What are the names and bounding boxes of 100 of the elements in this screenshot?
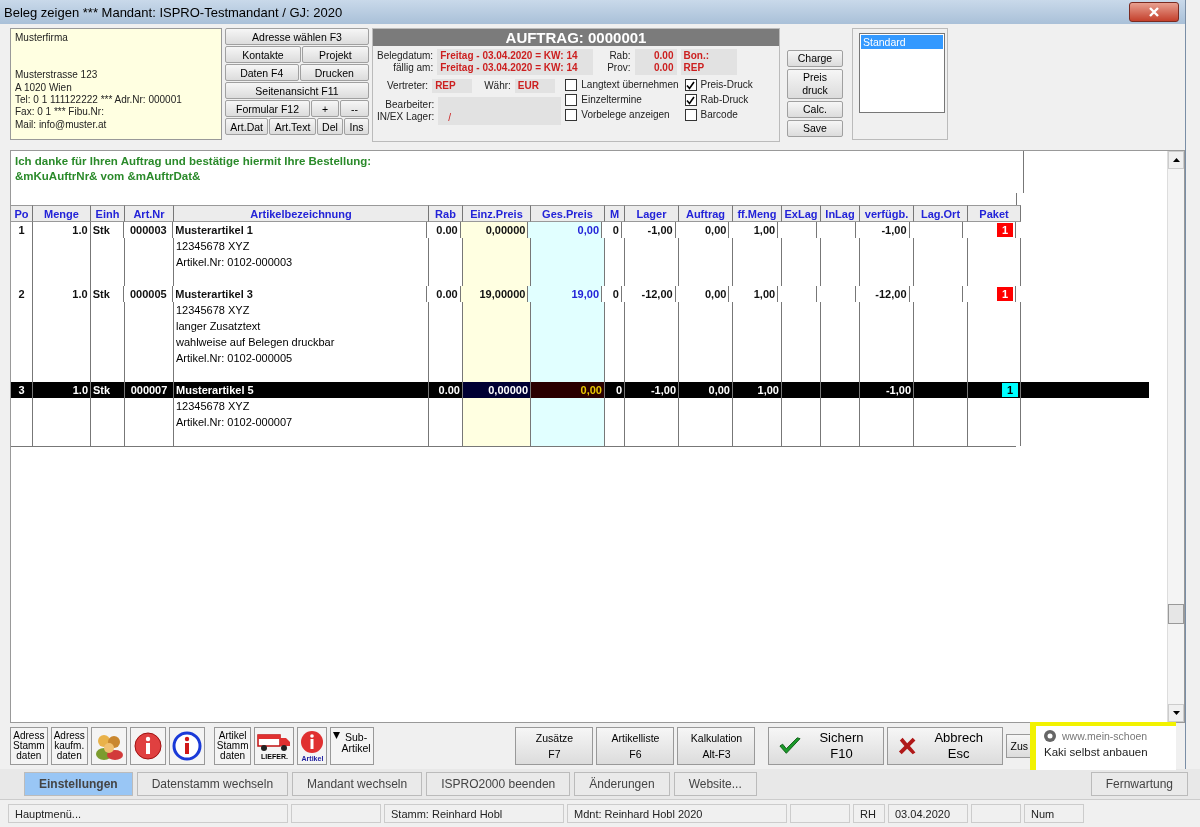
cancel-button[interactable]: Abbrech Esc (887, 727, 1004, 766)
column-header[interactable]: Ges.Preis (531, 205, 605, 222)
table-cell-text: 000003 (130, 223, 167, 238)
column-header[interactable]: Artikelbezeichnung (174, 205, 429, 222)
toolbar-button[interactable]: Adress Stamm daten (10, 727, 48, 766)
column-header[interactable]: InLag (821, 205, 860, 222)
header-button[interactable]: Art.Text (269, 118, 316, 135)
scrollbar-thumb[interactable] (1168, 604, 1184, 625)
column-header[interactable]: Einz.Preis (463, 205, 531, 222)
table-cell-text: 19,00 (571, 287, 599, 302)
header-button[interactable]: Daten F4 (225, 64, 299, 81)
column-header[interactable]: Paket (968, 205, 1021, 222)
action-button[interactable]: Kalkulation Alt-F3 (677, 727, 756, 766)
header-button[interactable]: Ins (344, 118, 369, 135)
menu-button[interactable]: ISPRO2000 beenden (426, 772, 571, 797)
action-button[interactable]: Zus (1006, 734, 1032, 759)
field-label: Rab: (609, 50, 631, 62)
description-line: wahlweise auf Belegen druckbar (176, 335, 336, 350)
toolbar-button[interactable] (90, 727, 127, 766)
close-icon (898, 736, 917, 757)
status-cell: Hauptmenü... (8, 804, 288, 823)
side-button[interactable]: Calc. (787, 101, 843, 118)
browser-icon (1044, 730, 1056, 742)
address-line: Musterstrasse 123 (15, 69, 99, 82)
field-label: IN/EX Lager: (377, 111, 435, 123)
checkbox[interactable] (684, 79, 697, 91)
header-button[interactable]: Art.Dat (225, 118, 269, 135)
column-header[interactable]: Po (11, 205, 33, 222)
table-cell-text: Stk (93, 383, 111, 398)
address-line: A 1020 Wien (15, 81, 73, 94)
action-button[interactable]: Zusätze F7 (515, 727, 594, 766)
status-panel (790, 804, 850, 823)
checkbox[interactable] (684, 109, 697, 121)
header-button[interactable]: Kontakte (225, 46, 301, 63)
menu-button[interactable]: Einstellungen (24, 772, 133, 797)
description-line: Artikel.Nr: 0102-000007 (176, 415, 294, 430)
toolbar-button[interactable]: Adress kaufm. daten (50, 727, 88, 766)
description-line: 12345678 XYZ (176, 239, 251, 254)
toolbar-button[interactable]: Sub- Artikel (330, 727, 374, 766)
checkbox[interactable] (684, 94, 697, 106)
table-cell-text: Stk (92, 287, 110, 302)
description-line: Artikel.Nr: 0102-000005 (176, 351, 294, 366)
column-header[interactable]: Menge (33, 205, 91, 222)
field-value: / (448, 112, 453, 124)
side-button[interactable]: Preis druck (787, 69, 843, 99)
checkbox[interactable] (565, 79, 578, 91)
header-button[interactable]: -- (340, 100, 369, 117)
header-button[interactable]: Del (316, 118, 344, 135)
toolbar-button[interactable] (168, 727, 205, 766)
menu-button[interactable]: Mandant wechseln (292, 772, 423, 797)
table-row[interactable]: 1 1.0 Stk 000003 Musterartikel 1 0.00 0,00000 0,00 0 -1,00 0,00 1,00 -1,00 1 (11, 222, 1016, 238)
table-cell-text: 3 (18, 383, 25, 398)
column-header[interactable]: verfügb. (860, 205, 914, 222)
column-header[interactable]: Auftrag (679, 205, 733, 222)
column-header[interactable]: ff.Meng (733, 205, 782, 222)
field-label: fällig am: (393, 62, 434, 74)
checkbox[interactable] (565, 94, 578, 106)
table-cell-text: 0.00 (436, 223, 458, 238)
info-icon (132, 731, 163, 762)
header-button[interactable]: + (310, 100, 340, 117)
header-button[interactable]: Drucken (299, 64, 369, 81)
toolbar-button[interactable] (129, 727, 166, 766)
action-button[interactable]: Artikelliste F6 (596, 727, 675, 766)
package-badge: 1 (1002, 383, 1018, 397)
field-label: Vertreter: (387, 80, 429, 92)
table-cell-text: 0,00000 (488, 383, 528, 398)
header-button[interactable]: Projekt (301, 46, 369, 63)
toolbar-button[interactable]: Artikel Stamm daten (213, 727, 252, 766)
intro-text: Ich danke für Ihren Auftrag und bestätige hiermit Ihre Bestellung: (15, 154, 373, 169)
column-header[interactable]: Lag.Ort (914, 205, 968, 222)
header-button[interactable]: Formular F12 (225, 100, 310, 117)
table-cell-text: -1,00 (885, 383, 911, 398)
side-button[interactable]: Charge (787, 50, 843, 67)
close-icon (1149, 7, 1159, 17)
menu-button[interactable]: Änderungen (574, 772, 670, 797)
checkbox[interactable] (565, 109, 578, 121)
selected-row[interactable]: 3 1.0 Stk 000007 Musterartikel 5 0.00 0,00000 0,00 0 -1,00 0,00 1,00 -1,00 1 (11, 382, 1149, 398)
scrollbar[interactable] (1167, 151, 1184, 723)
table-cell-text: 0,00 (577, 223, 599, 238)
side-button[interactable]: Save (787, 120, 843, 137)
column-header[interactable]: Lager (625, 205, 679, 222)
column-header[interactable]: Rab (429, 205, 463, 222)
status-cell: 03.04.2020 (888, 804, 968, 823)
column-header[interactable]: Art.Nr (125, 205, 174, 222)
menu-button[interactable]: Datenstamm wechseln (136, 772, 289, 797)
column-header[interactable]: Einh (91, 205, 125, 222)
table-row[interactable]: 2 1.0 Stk 000005 Musterartikel 3 0.00 19,00000 19,00 0 -12,00 0,00 1,00 -12,00 1 (11, 286, 1016, 302)
status-cell: Num (1024, 804, 1084, 823)
notification[interactable]: www.mein-schoen Kaki selbst anbauen (1030, 722, 1176, 770)
intro-text: &mKuAuftrNr& vom &mAuftrDat& (15, 169, 202, 184)
column-header[interactable]: ExLag (782, 205, 821, 222)
save-and-close-button[interactable]: Sichern F10 (768, 727, 885, 766)
menu-button[interactable]: Fernwartung (1090, 772, 1188, 797)
header-button[interactable]: Seitenansicht F11 (225, 82, 369, 99)
field-value: REP (435, 80, 457, 92)
close-button[interactable] (1129, 2, 1179, 22)
column-header[interactable]: M (605, 205, 625, 222)
table-cell-text: 1.0 (72, 383, 88, 398)
menu-button[interactable]: Website... (673, 772, 757, 797)
header-button[interactable]: Adresse wählen F3 (225, 28, 369, 45)
